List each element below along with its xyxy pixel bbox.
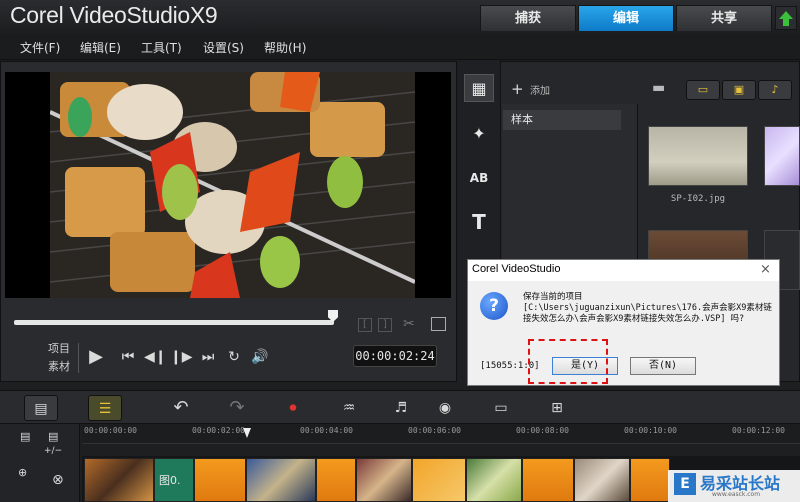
ruler-label: 00:00:04:00 [300, 426, 353, 435]
storyboard-view-button[interactable]: ▤ [24, 395, 58, 421]
show-audio-button[interactable]: ♪ [758, 80, 792, 100]
show-video-button[interactable]: ▭ [686, 80, 720, 100]
timeline-clip[interactable] [246, 458, 316, 502]
redo-icon[interactable]: ↷ [220, 395, 254, 421]
highlight-annotation [528, 339, 608, 384]
next-frame-button[interactable]: ❙▶ [170, 347, 193, 367]
track-manager-icon[interactable]: ▤ [20, 430, 30, 443]
library-thumbnail[interactable] [764, 126, 800, 186]
repeat-icon[interactable]: ↻ [224, 347, 244, 367]
ruler-label: 00:00:12:00 [732, 426, 785, 435]
mode-divider [78, 343, 79, 373]
timeline-transition[interactable] [522, 458, 574, 502]
track-visibility-icon[interactable]: ⊕ [18, 466, 27, 479]
previous-frame-button[interactable]: ◀❙ [144, 347, 167, 367]
auto-music-icon[interactable]: ♬ [384, 395, 418, 421]
ruler-label: 00:00:08:00 [516, 426, 569, 435]
watermark-logo: E [674, 473, 696, 495]
close-icon[interactable]: × [760, 262, 771, 277]
play-button[interactable]: ▶ [86, 347, 106, 367]
timeline-clip[interactable] [356, 458, 412, 502]
title-category-icon[interactable]: T [464, 208, 494, 236]
sound-mixer-icon[interactable]: ♒ [332, 395, 366, 421]
subtitle-editor-icon[interactable]: ▭ [484, 395, 518, 421]
menu-help[interactable]: 帮助(H) [264, 39, 306, 56]
timeline-transition[interactable] [630, 458, 670, 502]
record-capture-icon[interactable]: ⏺ [276, 395, 310, 421]
dialog-title: Corel VideoStudio [472, 263, 561, 275]
volume-icon[interactable]: 🔊 [250, 347, 270, 367]
arrow-up-icon [779, 11, 793, 26]
tab-capture[interactable]: 捕获 [480, 5, 576, 31]
enlarge-icon[interactable] [431, 317, 446, 331]
motion-tracking-icon[interactable]: ◉ [428, 395, 462, 421]
ruler-label: 00:00:06:00 [408, 426, 461, 435]
timeline-clip[interactable] [466, 458, 522, 502]
timeline-transition[interactable] [316, 458, 356, 502]
app-title: Corel VideoStudioX9 [10, 2, 218, 28]
dialog-message: 保存当前的项目 [C:\Users\juguanzixun\Pictures\1… [523, 292, 772, 324]
track-expand-icon[interactable]: +∕− [44, 446, 62, 456]
save-project-dialog: Corel VideoStudio × ? 保存当前的项目 [C:\Users\… [467, 259, 780, 386]
timeline-clip[interactable] [574, 458, 630, 502]
clip-label: 图0. [159, 474, 181, 487]
question-icon: ? [480, 292, 508, 320]
menu-edit[interactable]: 编辑(E) [80, 39, 121, 56]
tab-share[interactable]: 共享 [676, 5, 772, 31]
add-folder-icon[interactable]: + [511, 80, 524, 98]
ruler-label: 00:00:02:00 [192, 426, 245, 435]
preview-window [5, 72, 451, 298]
mark-out-button[interactable]: ] [378, 318, 392, 332]
preview-image [50, 72, 415, 298]
no-button[interactable]: 否(N) [630, 357, 696, 375]
add-chapter-icon[interactable]: ▤ [48, 430, 58, 443]
watermark-url: www.easck.com [712, 491, 761, 498]
timeline-transition[interactable] [194, 458, 246, 502]
undo-icon[interactable]: ↶ [164, 395, 198, 421]
transition-category-icon[interactable]: ✦ [464, 120, 494, 148]
library-thumbnail[interactable] [648, 126, 748, 186]
menu-tools[interactable]: 工具(T) [141, 39, 182, 56]
scissors-icon[interactable]: ✂ [403, 316, 415, 332]
playback-scrub-bar[interactable] [14, 320, 334, 325]
timecode-display[interactable]: 00:00:02:24 [353, 345, 437, 367]
menu-settings[interactable]: 设置(S) [203, 39, 244, 56]
menu-file[interactable]: 文件(F) [20, 39, 60, 56]
folder-icon[interactable]: ▬ [652, 80, 665, 96]
home-button[interactable]: ⏮ [118, 347, 138, 367]
upload-arrow-button[interactable] [775, 6, 797, 30]
text-category-icon[interactable]: AB [464, 164, 494, 192]
multi-camera-icon[interactable]: ⊞ [540, 395, 574, 421]
mark-in-button[interactable]: [ [358, 318, 372, 332]
tab-edit[interactable]: 编辑 [578, 5, 674, 31]
ruler-label: 00:00:00:00 [84, 426, 137, 435]
video-track-icon: ⊗ [52, 472, 64, 488]
media-category-icon[interactable]: ▦ [464, 74, 494, 102]
thumbnail-caption: SP-I02.jpg [670, 194, 726, 204]
track-header [0, 424, 80, 502]
end-button[interactable]: ⏭ [198, 347, 218, 367]
mode-clip-label[interactable]: 素材 [48, 358, 70, 374]
show-photo-button[interactable]: ▣ [722, 80, 756, 100]
timeline-clip[interactable] [84, 458, 154, 502]
ruler-label: 00:00:10:00 [624, 426, 677, 435]
mode-project-label[interactable]: 项目 [48, 340, 70, 356]
folder-sample[interactable]: 样本 [503, 110, 621, 130]
timeline-transition[interactable] [412, 458, 466, 502]
timeline-view-button[interactable]: ☰ [88, 395, 122, 421]
add-folder-label[interactable]: 添加 [530, 82, 550, 97]
